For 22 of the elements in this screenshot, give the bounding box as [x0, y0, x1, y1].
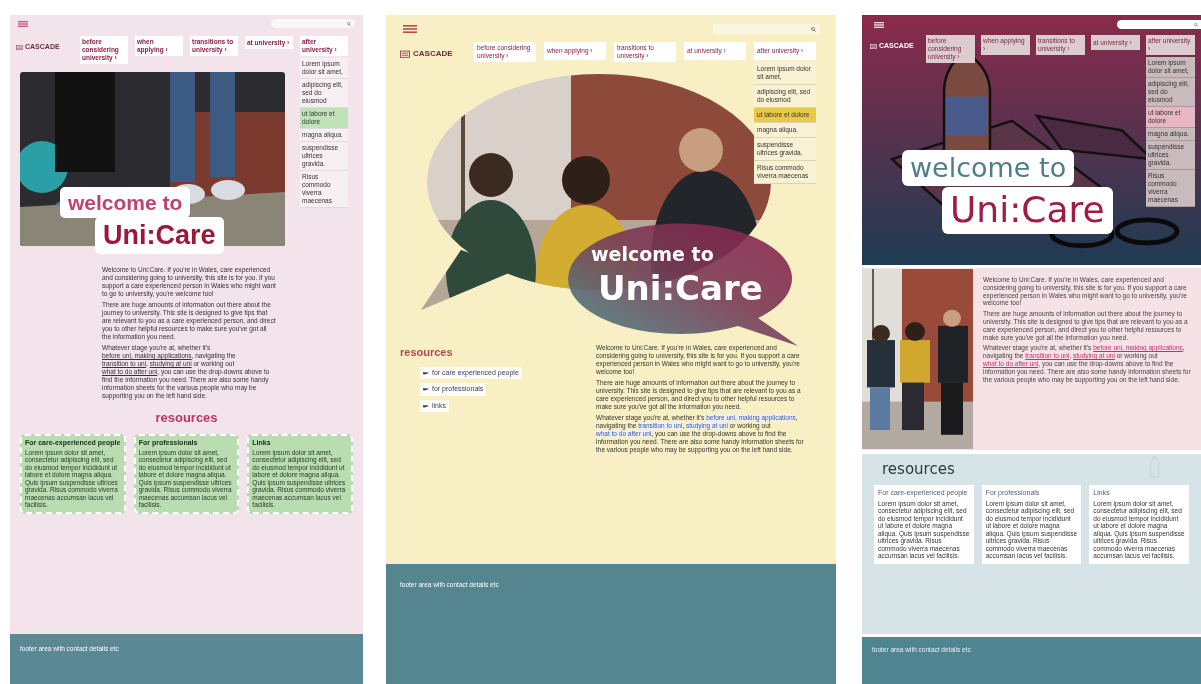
- search-field[interactable]: [1117, 20, 1201, 29]
- hero-title: welcome to: [591, 242, 714, 267]
- menu-icon[interactable]: [874, 21, 884, 28]
- menu-icon[interactable]: [403, 25, 417, 33]
- search-icon: [1194, 22, 1198, 27]
- menu-icon[interactable]: [18, 20, 28, 27]
- hero-title: welcome to: [60, 187, 191, 219]
- search-icon: [347, 21, 351, 26]
- section-heading: resources: [154, 409, 219, 427]
- section-heading: resources: [882, 459, 955, 480]
- section-heading: resources: [400, 345, 454, 360]
- search-field[interactable]: [713, 24, 820, 34]
- box-icon: [16, 44, 23, 50]
- hero-title: Uni:Care: [942, 187, 1113, 234]
- logo-link[interactable]: CASCADE: [400, 48, 474, 60]
- search-field[interactable]: [271, 19, 355, 28]
- hero-title: welcome to: [902, 150, 1075, 187]
- box-icon: [400, 50, 410, 58]
- hero-title: Uni:Care: [598, 267, 763, 310]
- hero-title: Uni:Care: [95, 217, 224, 255]
- search-icon: [811, 26, 816, 32]
- box-icon: [870, 43, 877, 49]
